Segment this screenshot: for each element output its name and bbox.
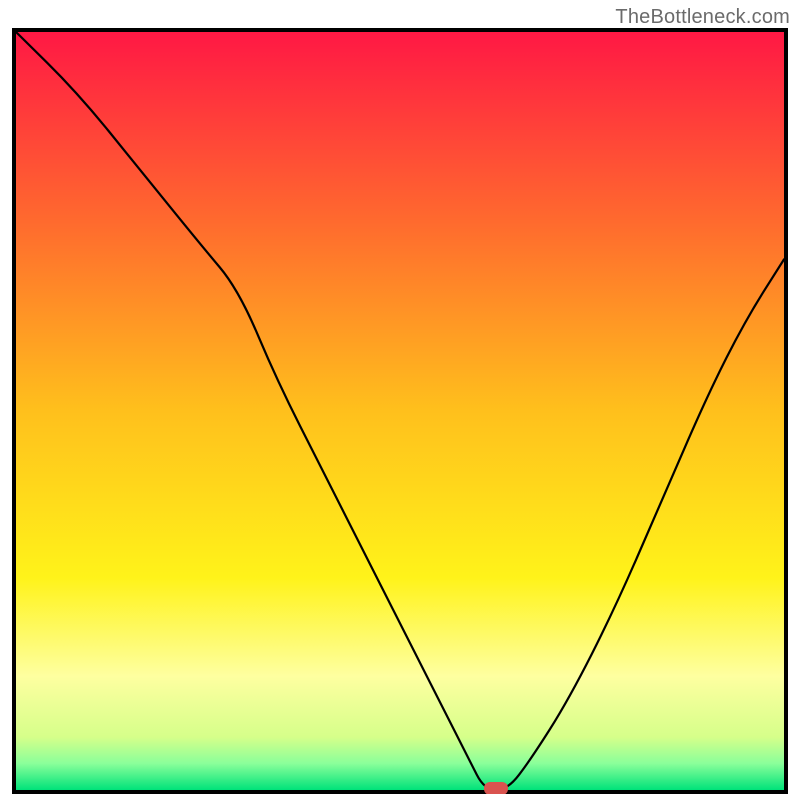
watermark-text: TheBottleneck.com [615, 6, 790, 29]
bottleneck-chart [12, 28, 788, 794]
chart-gradient-background [16, 32, 784, 790]
bottleneck-chart-container: TheBottleneck.com [0, 0, 800, 800]
optimal-point-marker [484, 782, 508, 794]
